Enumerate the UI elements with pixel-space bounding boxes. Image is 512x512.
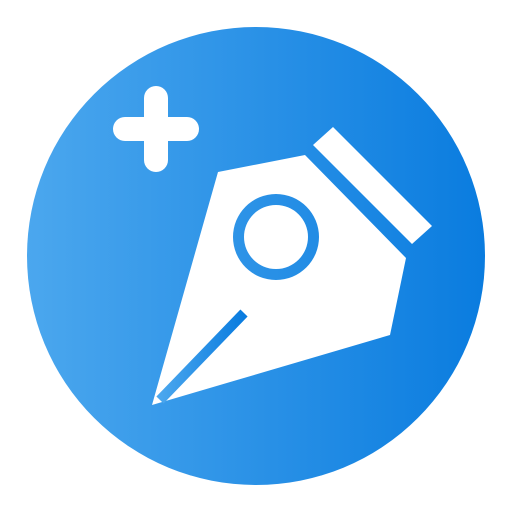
app-icon	[0, 0, 512, 512]
pen-tool-add-icon	[27, 27, 485, 485]
